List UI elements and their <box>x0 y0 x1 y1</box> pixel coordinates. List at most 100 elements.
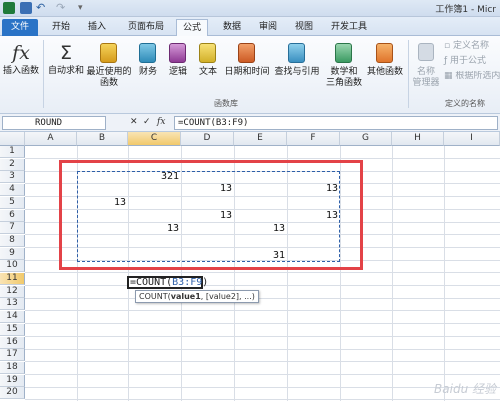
row-header[interactable]: 1 <box>0 146 25 158</box>
row-header[interactable]: 4 <box>0 184 25 196</box>
tab-page-layout[interactable]: 页面布局 <box>122 19 170 36</box>
row-header[interactable]: 5 <box>0 197 25 209</box>
sigma-icon: Σ <box>59 42 72 64</box>
gridline <box>25 336 500 337</box>
customize-qat-icon[interactable]: ▾ <box>78 2 90 14</box>
row-header[interactable]: 20 <box>0 387 25 399</box>
book-more-icon <box>376 43 393 63</box>
create-from-selection-button[interactable]: ▦ 根据所选内容 <box>444 71 500 83</box>
group-label-function-library: 函数库 <box>214 99 238 108</box>
tab-file[interactable]: 文件 <box>2 19 38 36</box>
row-header[interactable]: 19 <box>0 375 25 387</box>
ribbon-tabs: 文件 开始 插入 页面布局 公式 数据 审阅 视图 开发工具 <box>0 17 500 36</box>
name-manager-icon <box>418 43 434 61</box>
column-header[interactable]: A <box>25 132 77 146</box>
book-datetime-icon <box>238 43 255 63</box>
row-header[interactable]: 8 <box>0 235 25 247</box>
datetime-button[interactable]: 日期和时间 <box>222 40 272 86</box>
ribbon-separator <box>43 40 44 108</box>
gridline <box>25 298 500 299</box>
column-header[interactable]: C <box>128 132 181 146</box>
tab-data[interactable]: 数据 <box>218 19 246 36</box>
redo-icon[interactable]: ↷ <box>56 2 68 14</box>
row-header[interactable]: 11 <box>0 273 25 285</box>
math-trig-button[interactable]: 数学和 三角函数 <box>324 40 364 92</box>
column-header[interactable]: F <box>287 132 340 146</box>
enter-icon[interactable]: ✓ <box>143 116 151 129</box>
book-logical-icon <box>169 43 186 63</box>
row-header[interactable]: 10 <box>0 260 25 272</box>
formula-input[interactable]: =COUNT(B3:F9) <box>174 116 498 130</box>
recently-used-button[interactable]: 最近使用的 函数 <box>86 40 132 92</box>
function-signature-tooltip: COUNT(value1, [value2], ...) <box>135 290 259 303</box>
ribbon-formulas: fx 插入函数 Σ 自动求和 最近使用的 函数 财务 逻辑 文本 日期和时间 查… <box>0 36 500 114</box>
column-header[interactable]: B <box>77 132 128 146</box>
book-lookup-icon <box>288 43 305 63</box>
row-header[interactable]: 3 <box>0 171 25 183</box>
column-header[interactable]: D <box>181 132 234 146</box>
window-title: 工作簿1 - Micr <box>435 5 496 15</box>
name-manager-button[interactable]: 名称 管理器 <box>410 40 442 90</box>
annotation-red-box <box>59 160 363 270</box>
define-name-button[interactable]: ▫ 定义名称 <box>444 41 500 53</box>
row-header[interactable]: 7 <box>0 222 25 234</box>
cancel-icon[interactable]: ✕ <box>130 116 138 129</box>
grid-tag-icon: ▦ <box>444 71 456 81</box>
row-header[interactable]: 17 <box>0 349 25 361</box>
gridline <box>25 374 500 375</box>
gridline <box>25 158 500 159</box>
gridline <box>25 399 500 400</box>
title-bar: ↶ ↷ ▾ 工作簿1 - Micr <box>0 0 500 17</box>
insert-function-icon[interactable]: fx <box>157 116 165 129</box>
column-header[interactable]: G <box>340 132 392 146</box>
select-all-corner[interactable] <box>0 132 25 146</box>
tab-formulas[interactable]: 公式 <box>176 19 208 36</box>
row-header[interactable]: 6 <box>0 210 25 222</box>
use-in-formula-button[interactable]: ƒ 用于公式 <box>444 56 500 68</box>
lookup-button[interactable]: 查找与引用 <box>272 40 322 86</box>
undo-icon[interactable]: ↶ <box>36 2 48 14</box>
text-button[interactable]: 文本 <box>194 40 222 86</box>
tab-developer[interactable]: 开发工具 <box>326 19 372 36</box>
fx-icon: fx <box>12 42 30 64</box>
column-header[interactable]: I <box>444 132 500 146</box>
more-functions-button[interactable]: 其他函数 <box>364 40 406 86</box>
formula-bar: ROUND ✕ ✓ fx =COUNT(B3:F9) <box>0 114 500 132</box>
gridline <box>25 361 500 362</box>
row-header[interactable]: 13 <box>0 298 25 310</box>
excel-window: ↶ ↷ ▾ 工作簿1 - Micr 文件 开始 插入 页面布局 公式 数据 审阅… <box>0 0 500 401</box>
tag-icon: ▫ <box>444 41 453 51</box>
financial-button[interactable]: 财务 <box>134 40 162 86</box>
gridline <box>25 285 500 286</box>
row-header[interactable]: 9 <box>0 248 25 260</box>
gridline <box>25 323 500 324</box>
row-header[interactable]: 18 <box>0 362 25 374</box>
gridline <box>25 310 500 311</box>
group-label-defined-names: 定义的名称 <box>445 99 485 108</box>
active-cell-editor[interactable]: =COUNT(B3:F9) <box>127 276 208 289</box>
book-math-icon <box>335 43 352 63</box>
column-header[interactable]: E <box>234 132 287 146</box>
save-icon[interactable] <box>20 2 32 14</box>
row-header[interactable]: 14 <box>0 311 25 323</box>
row-header[interactable]: 15 <box>0 324 25 336</box>
ribbon-separator <box>408 40 409 108</box>
tab-review[interactable]: 审阅 <box>254 19 282 36</box>
column-header[interactable]: H <box>392 132 444 146</box>
book-recent-icon <box>100 43 117 63</box>
gridline <box>392 146 393 401</box>
gridline <box>444 146 445 401</box>
logical-button[interactable]: 逻辑 <box>164 40 192 86</box>
excel-logo-icon <box>3 2 15 14</box>
row-header[interactable]: 12 <box>0 286 25 298</box>
tab-home[interactable]: 开始 <box>46 19 76 36</box>
autosum-button[interactable]: Σ 自动求和 <box>46 40 86 86</box>
gridline <box>25 387 500 388</box>
tab-insert[interactable]: 插入 <box>82 19 112 36</box>
row-header[interactable]: 16 <box>0 337 25 349</box>
tab-view[interactable]: 视图 <box>290 19 318 36</box>
name-box[interactable]: ROUND <box>2 116 106 130</box>
watermark: Baidu 经验 <box>434 382 496 396</box>
insert-function-button[interactable]: fx 插入函数 <box>2 40 40 86</box>
row-header[interactable]: 2 <box>0 159 25 171</box>
